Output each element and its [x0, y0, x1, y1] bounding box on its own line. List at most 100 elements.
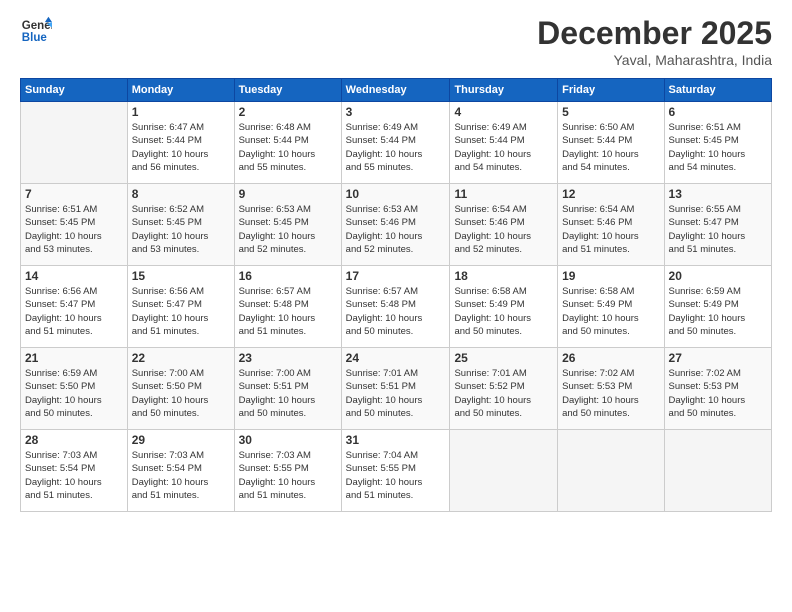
day-number: 19: [562, 269, 659, 283]
calendar-cell: [450, 430, 558, 512]
day-info: Sunrise: 6:58 AM Sunset: 5:49 PM Dayligh…: [562, 285, 659, 338]
day-info: Sunrise: 6:59 AM Sunset: 5:50 PM Dayligh…: [25, 367, 123, 420]
day-number: 3: [346, 105, 446, 119]
day-number: 18: [454, 269, 553, 283]
calendar-cell: 28 Sunrise: 7:03 AM Sunset: 5:54 PM Dayli…: [21, 430, 128, 512]
day-number: 13: [669, 187, 767, 201]
weekday-header-row: SundayMondayTuesdayWednesdayThursdayFrid…: [21, 79, 772, 102]
day-info: Sunrise: 7:01 AM Sunset: 5:52 PM Dayligh…: [454, 367, 553, 420]
day-number: 17: [346, 269, 446, 283]
day-number: 5: [562, 105, 659, 119]
svg-text:Blue: Blue: [22, 32, 48, 44]
day-info: Sunrise: 6:51 AM Sunset: 5:45 PM Dayligh…: [669, 121, 767, 174]
calendar-cell: 26Sunrise: 7:02 AM Sunset: 5:53 PM Dayli…: [558, 348, 664, 430]
weekday-header: Tuesday: [234, 79, 341, 102]
day-number: 7: [25, 187, 123, 201]
day-info: Sunrise: 7:02 AM Sunset: 5:53 PM Dayligh…: [669, 367, 767, 420]
day-info: Sunrise: 7:03 AM Sunset: 5:55 PM Dayligh…: [239, 449, 337, 502]
calendar-cell: 27 Sunrise: 7:02 AM Sunset: 5:53 PM Dayli…: [664, 348, 771, 430]
day-number: 21: [25, 351, 123, 365]
calendar-cell: 20 Sunrise: 6:59 AM Sunset: 5:49 PM Dayli…: [664, 266, 771, 348]
calendar-cell: 4 Sunrise: 6:49 AM Sunset: 5:44 PM Daylig…: [450, 102, 558, 184]
calendar-cell: 29 Sunrise: 7:03 AM Sunset: 5:54 PM Dayli…: [127, 430, 234, 512]
day-info: Sunrise: 6:52 AM Sunset: 5:45 PM Dayligh…: [132, 203, 230, 256]
day-number: 20: [669, 269, 767, 283]
day-info: Sunrise: 6:55 AM Sunset: 5:47 PM Dayligh…: [669, 203, 767, 256]
weekday-header: Monday: [127, 79, 234, 102]
day-number: 10: [346, 187, 446, 201]
calendar-cell: [21, 102, 128, 184]
day-info: Sunrise: 7:04 AM Sunset: 5:55 PM Dayligh…: [346, 449, 446, 502]
calendar-week-row: 21 Sunrise: 6:59 AM Sunset: 5:50 PM Dayli…: [21, 348, 772, 430]
calendar-cell: 31Sunrise: 7:04 AM Sunset: 5:55 PM Dayli…: [341, 430, 450, 512]
calendar-cell: 9 Sunrise: 6:53 AM Sunset: 5:45 PM Daylig…: [234, 184, 341, 266]
day-info: Sunrise: 6:53 AM Sunset: 5:45 PM Dayligh…: [239, 203, 337, 256]
day-info: Sunrise: 6:58 AM Sunset: 5:49 PM Dayligh…: [454, 285, 553, 338]
calendar-cell: 13 Sunrise: 6:55 AM Sunset: 5:47 PM Dayli…: [664, 184, 771, 266]
day-number: 4: [454, 105, 553, 119]
calendar-week-row: 28 Sunrise: 7:03 AM Sunset: 5:54 PM Dayli…: [21, 430, 772, 512]
calendar-cell: [558, 430, 664, 512]
calendar-cell: 17 Sunrise: 6:57 AM Sunset: 5:48 PM Dayli…: [341, 266, 450, 348]
day-info: Sunrise: 6:50 AM Sunset: 5:44 PM Dayligh…: [562, 121, 659, 174]
day-info: Sunrise: 6:56 AM Sunset: 5:47 PM Dayligh…: [25, 285, 123, 338]
weekday-header: Thursday: [450, 79, 558, 102]
calendar-cell: 18 Sunrise: 6:58 AM Sunset: 5:49 PM Dayli…: [450, 266, 558, 348]
weekday-header: Wednesday: [341, 79, 450, 102]
calendar-cell: 15Sunrise: 6:56 AM Sunset: 5:47 PM Dayli…: [127, 266, 234, 348]
calendar-cell: [664, 430, 771, 512]
day-number: 2: [239, 105, 337, 119]
day-number: 27: [669, 351, 767, 365]
calendar: SundayMondayTuesdayWednesdayThursdayFrid…: [20, 78, 772, 512]
calendar-cell: 11Sunrise: 6:54 AM Sunset: 5:46 PM Dayli…: [450, 184, 558, 266]
calendar-cell: 1Sunrise: 6:47 AM Sunset: 5:44 PM Daylig…: [127, 102, 234, 184]
calendar-week-row: 14 Sunrise: 6:56 AM Sunset: 5:47 PM Dayli…: [21, 266, 772, 348]
day-info: Sunrise: 6:56 AM Sunset: 5:47 PM Dayligh…: [132, 285, 230, 338]
day-number: 8: [132, 187, 230, 201]
day-info: Sunrise: 6:57 AM Sunset: 5:48 PM Dayligh…: [346, 285, 446, 338]
calendar-cell: 21 Sunrise: 6:59 AM Sunset: 5:50 PM Dayli…: [21, 348, 128, 430]
day-info: Sunrise: 7:00 AM Sunset: 5:51 PM Dayligh…: [239, 367, 337, 420]
calendar-cell: 12Sunrise: 6:54 AM Sunset: 5:46 PM Dayli…: [558, 184, 664, 266]
calendar-cell: 8 Sunrise: 6:52 AM Sunset: 5:45 PM Daylig…: [127, 184, 234, 266]
month-title: December 2025: [537, 15, 772, 52]
day-number: 24: [346, 351, 446, 365]
calendar-cell: 22 Sunrise: 7:00 AM Sunset: 5:50 PM Dayli…: [127, 348, 234, 430]
location: Yaval, Maharashtra, India: [537, 52, 772, 68]
day-info: Sunrise: 7:03 AM Sunset: 5:54 PM Dayligh…: [25, 449, 123, 502]
day-number: 11: [454, 187, 553, 201]
calendar-cell: 16Sunrise: 6:57 AM Sunset: 5:48 PM Dayli…: [234, 266, 341, 348]
day-info: Sunrise: 7:00 AM Sunset: 5:50 PM Dayligh…: [132, 367, 230, 420]
calendar-cell: 3 Sunrise: 6:49 AM Sunset: 5:44 PM Daylig…: [341, 102, 450, 184]
day-number: 14: [25, 269, 123, 283]
day-info: Sunrise: 6:59 AM Sunset: 5:49 PM Dayligh…: [669, 285, 767, 338]
day-number: 23: [239, 351, 337, 365]
logo: General Blue: [20, 15, 52, 47]
day-info: Sunrise: 6:49 AM Sunset: 5:44 PM Dayligh…: [454, 121, 553, 174]
calendar-cell: 23 Sunrise: 7:00 AM Sunset: 5:51 PM Dayli…: [234, 348, 341, 430]
calendar-cell: 25 Sunrise: 7:01 AM Sunset: 5:52 PM Dayli…: [450, 348, 558, 430]
weekday-header: Saturday: [664, 79, 771, 102]
day-number: 22: [132, 351, 230, 365]
calendar-cell: 14 Sunrise: 6:56 AM Sunset: 5:47 PM Dayli…: [21, 266, 128, 348]
day-info: Sunrise: 7:03 AM Sunset: 5:54 PM Dayligh…: [132, 449, 230, 502]
calendar-cell: 30 Sunrise: 7:03 AM Sunset: 5:55 PM Dayli…: [234, 430, 341, 512]
day-number: 25: [454, 351, 553, 365]
weekday-header: Friday: [558, 79, 664, 102]
day-info: Sunrise: 6:49 AM Sunset: 5:44 PM Dayligh…: [346, 121, 446, 174]
day-number: 28: [25, 433, 123, 447]
calendar-week-row: 7Sunrise: 6:51 AM Sunset: 5:45 PM Daylig…: [21, 184, 772, 266]
day-number: 29: [132, 433, 230, 447]
day-info: Sunrise: 6:47 AM Sunset: 5:44 PM Dayligh…: [132, 121, 230, 174]
day-number: 30: [239, 433, 337, 447]
calendar-cell: 10 Sunrise: 6:53 AM Sunset: 5:46 PM Dayli…: [341, 184, 450, 266]
calendar-cell: 19 Sunrise: 6:58 AM Sunset: 5:49 PM Dayli…: [558, 266, 664, 348]
header: General Blue December 2025 Yaval, Mahara…: [20, 15, 772, 68]
calendar-cell: 2 Sunrise: 6:48 AM Sunset: 5:44 PM Daylig…: [234, 102, 341, 184]
weekday-header: Sunday: [21, 79, 128, 102]
day-info: Sunrise: 6:48 AM Sunset: 5:44 PM Dayligh…: [239, 121, 337, 174]
day-info: Sunrise: 6:53 AM Sunset: 5:46 PM Dayligh…: [346, 203, 446, 256]
day-info: Sunrise: 6:57 AM Sunset: 5:48 PM Dayligh…: [239, 285, 337, 338]
day-number: 26: [562, 351, 659, 365]
day-number: 9: [239, 187, 337, 201]
